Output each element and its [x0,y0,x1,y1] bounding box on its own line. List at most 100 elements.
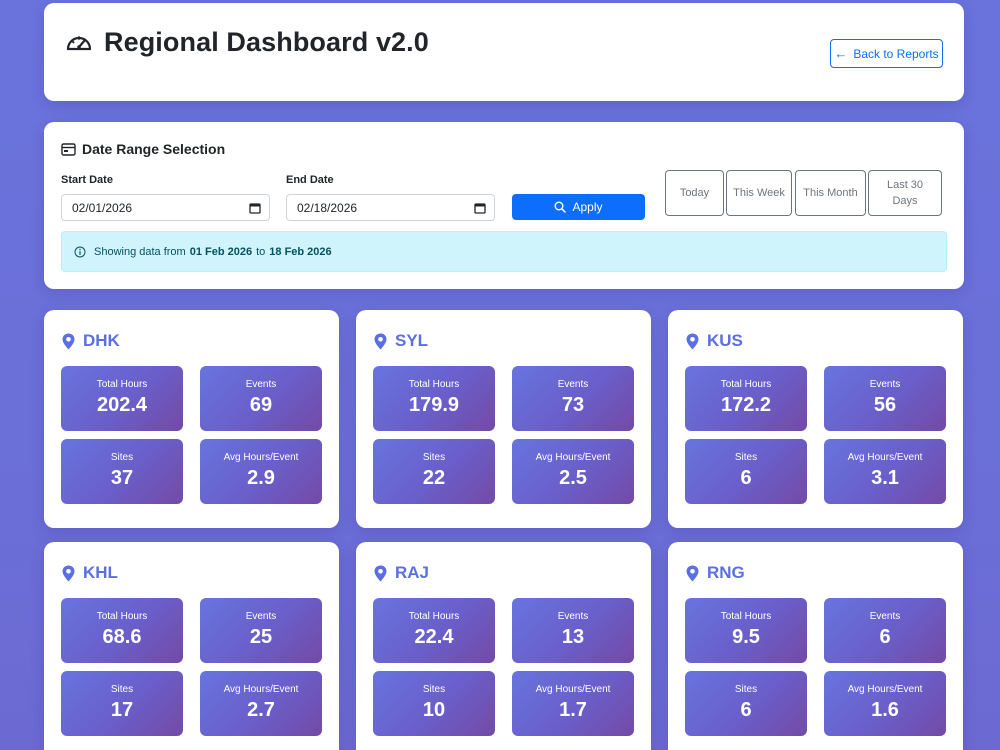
date-range-title-text: Date Range Selection [82,141,226,157]
stat-label: Events [869,611,901,622]
stat-value: 22.4 [414,626,454,648]
stat-label: Sites [422,452,446,463]
region-card-raj: RAJ Total Hours 22.4 Events 13 Sites 10 Avg Hou… [356,542,651,750]
stat-label: Total Hours [96,379,148,390]
page-title: Regional Dashboard v2.0 [104,27,429,57]
stat-label: Total Hours [720,379,772,390]
apply-label: Apply [572,200,603,214]
apply-button[interactable]: Apply [512,194,645,220]
map-pin-icon [686,565,699,581]
quick-this-week-button[interactable]: This Week [726,170,792,216]
start-date-label: Start Date [61,174,113,186]
stat-total-hours: Total Hours 179.9 [373,366,495,431]
stat-value: 17 [110,699,134,721]
alert-prefix: Showing data from [94,245,186,258]
stat-value: 2.5 [559,467,587,489]
stat-value: 9.5 [732,626,760,648]
stat-label: Events [557,379,589,390]
stat-label: Sites [734,684,758,695]
stat-label: Events [245,379,277,390]
back-button-label: Back to Reports [853,46,939,61]
back-to-reports-button[interactable]: ← Back to Reports [830,39,943,68]
stat-avg-hours-event: Avg Hours/Event 1.7 [512,671,634,736]
region-card-dhk: DHK Total Hours 202.4 Events 69 Sites 37 Avg Ho… [44,310,339,528]
stat-label: Sites [110,452,134,463]
arrow-left-icon: ← [834,46,848,61]
calendar-icon[interactable] [474,202,486,214]
end-date-label: End Date [286,174,334,186]
stat-label: Avg Hours/Event [223,452,299,463]
stat-label: Avg Hours/Event [535,452,611,463]
stat-value: 37 [110,467,134,489]
alert-from-date: 01 Feb 2026 [189,245,253,258]
region-title: KUS [686,331,743,351]
stat-label: Events [557,611,589,622]
stat-value: 68.6 [102,626,142,648]
stat-label: Total Hours [408,379,460,390]
region-title: RAJ [374,563,429,583]
start-date-value: 02/01/2026 [72,200,133,215]
stat-avg-hours-event: Avg Hours/Event 2.5 [512,439,634,504]
start-date-input[interactable]: 02/01/2026 [61,194,270,221]
stat-total-hours: Total Hours 172.2 [685,366,807,431]
stat-value: 3.1 [871,467,899,489]
stat-sites: Sites 6 [685,671,807,736]
stat-label: Avg Hours/Event [223,684,299,695]
region-name: KUS [707,331,743,350]
region-card-khl: KHL Total Hours 68.6 Events 25 Sites 17 Avg Hou… [44,542,339,750]
stat-value: 1.6 [871,699,899,721]
stat-total-hours: Total Hours 9.5 [685,598,807,663]
stat-avg-hours-event: Avg Hours/Event 2.9 [200,439,322,504]
region-title: DHK [62,331,120,351]
stat-label: Events [869,379,901,390]
stat-total-hours: Total Hours 68.6 [61,598,183,663]
stat-label: Events [245,611,277,622]
stat-value: 69 [249,394,273,416]
stat-label: Avg Hours/Event [847,452,923,463]
calendar-icon[interactable] [249,202,261,214]
stat-label: Total Hours [408,611,460,622]
region-name: KHL [83,563,118,582]
map-pin-icon [374,333,387,349]
stat-label: Avg Hours/Event [535,684,611,695]
date-range-card: Date Range Selection Start Date 02/01/20… [44,122,964,289]
stat-avg-hours-event: Avg Hours/Event 1.6 [824,671,946,736]
end-date-input[interactable]: 02/18/2026 [286,194,495,221]
stat-value: 1.7 [559,699,587,721]
stat-label: Sites [422,684,446,695]
date-range-title: Date Range Selection [61,141,225,157]
stat-label: Total Hours [96,611,148,622]
stat-value: 56 [873,394,897,416]
region-name: RNG [707,563,745,582]
speedometer-icon [64,28,94,58]
stat-sites: Sites 6 [685,439,807,504]
stat-value: 10 [422,699,446,721]
region-title: RNG [686,563,745,583]
stat-events: Events 69 [200,366,322,431]
stat-value: 6 [740,699,752,721]
region-name: SYL [395,331,429,350]
region-name: DHK [83,331,120,350]
stat-avg-hours-event: Avg Hours/Event 2.7 [200,671,322,736]
stat-label: Avg Hours/Event [847,684,923,695]
region-card-kus: KUS Total Hours 172.2 Events 56 Sites 6 Avg Hou… [668,310,963,528]
stat-value: 2.7 [247,699,275,721]
calendar-range-icon [61,142,76,156]
stat-value: 6 [879,626,891,648]
region-card-syl: SYL Total Hours 179.9 Events 73 Sites 22 Avg Ho… [356,310,651,528]
map-pin-icon [686,333,699,349]
map-pin-icon [62,565,75,581]
search-icon [554,201,567,213]
stat-sites: Sites 22 [373,439,495,504]
region-card-rng: RNG Total Hours 9.5 Events 6 Sites 6 Avg Hours/… [668,542,963,750]
stat-value: 13 [561,626,585,648]
date-info-alert: Showing data from 01 Feb 2026 to 18 Feb … [61,231,947,272]
map-pin-icon [374,565,387,581]
quick-last-30-days-button[interactable]: Last 30 Days [868,170,942,216]
info-icon [74,246,86,257]
quick-today-button[interactable]: Today [665,170,724,216]
page-title-wrap: Regional Dashboard v2.0 [64,27,429,58]
quick-this-month-button[interactable]: This Month [795,170,866,216]
region-title: KHL [62,563,118,583]
stat-total-hours: Total Hours 22.4 [373,598,495,663]
